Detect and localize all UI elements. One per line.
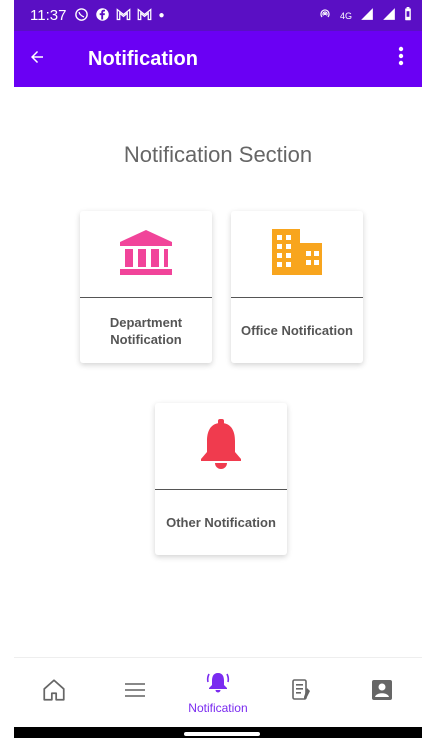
other-notification-card[interactable]: Other Notification [155, 403, 287, 555]
page-title: Notification [88, 47, 198, 70]
arrow-left-icon[interactable] [28, 45, 68, 73]
home-gesture-handle[interactable] [184, 732, 260, 736]
card-icon-area [155, 403, 287, 489]
system-navigation-bar [14, 727, 422, 738]
notification-bell-icon [205, 670, 231, 699]
card-label: Other Notification [166, 515, 276, 530]
notification-dot-icon: ● [158, 10, 165, 21]
nav-item-notification[interactable]: Notification [188, 670, 248, 715]
status-app-icons: ● [74, 7, 164, 25]
office-notification-card[interactable]: Office Notification [231, 211, 363, 363]
facebook-icon [95, 7, 110, 25]
nav-item-notes[interactable] [274, 678, 328, 707]
nav-item-label: Notification [188, 701, 248, 715]
department-notification-card[interactable]: Department Notification [80, 211, 212, 363]
profile-icon [370, 678, 394, 707]
office-building-icon [270, 227, 324, 282]
hotspot-icon [318, 7, 332, 24]
nav-item-profile[interactable] [355, 678, 409, 707]
nav-item-menu[interactable] [108, 680, 162, 705]
card-label: Department Notification [109, 314, 183, 347]
battery-icon [404, 7, 412, 24]
card-label: Office Notification [241, 323, 353, 338]
card-icon-area [231, 211, 363, 297]
more-vert-icon[interactable] [394, 46, 408, 72]
status-time: 11:37 [30, 7, 67, 24]
app-bar: Notification [14, 31, 422, 87]
gmail-icon [116, 7, 131, 24]
home-icon [41, 677, 67, 708]
whatsapp-icon [74, 7, 89, 25]
card-icon-area [80, 211, 212, 297]
status-bar: 11:37 ● 4G [14, 0, 422, 31]
gmail-icon [137, 7, 152, 24]
menu-icon [123, 680, 147, 705]
signal-icon [360, 7, 374, 24]
status-right-icons: 4G [318, 7, 412, 24]
screen: 11:37 ● 4G Notification Notification Sec… [14, 0, 422, 738]
bottom-navigation: Notification [14, 657, 422, 727]
notes-icon [290, 678, 312, 707]
signal-icon [382, 7, 396, 24]
section-title: Notification Section [123, 142, 313, 167]
network-type-label: 4G [339, 10, 352, 21]
bell-icon [197, 418, 245, 475]
bank-icon [118, 228, 174, 281]
nav-item-home[interactable] [27, 677, 81, 708]
